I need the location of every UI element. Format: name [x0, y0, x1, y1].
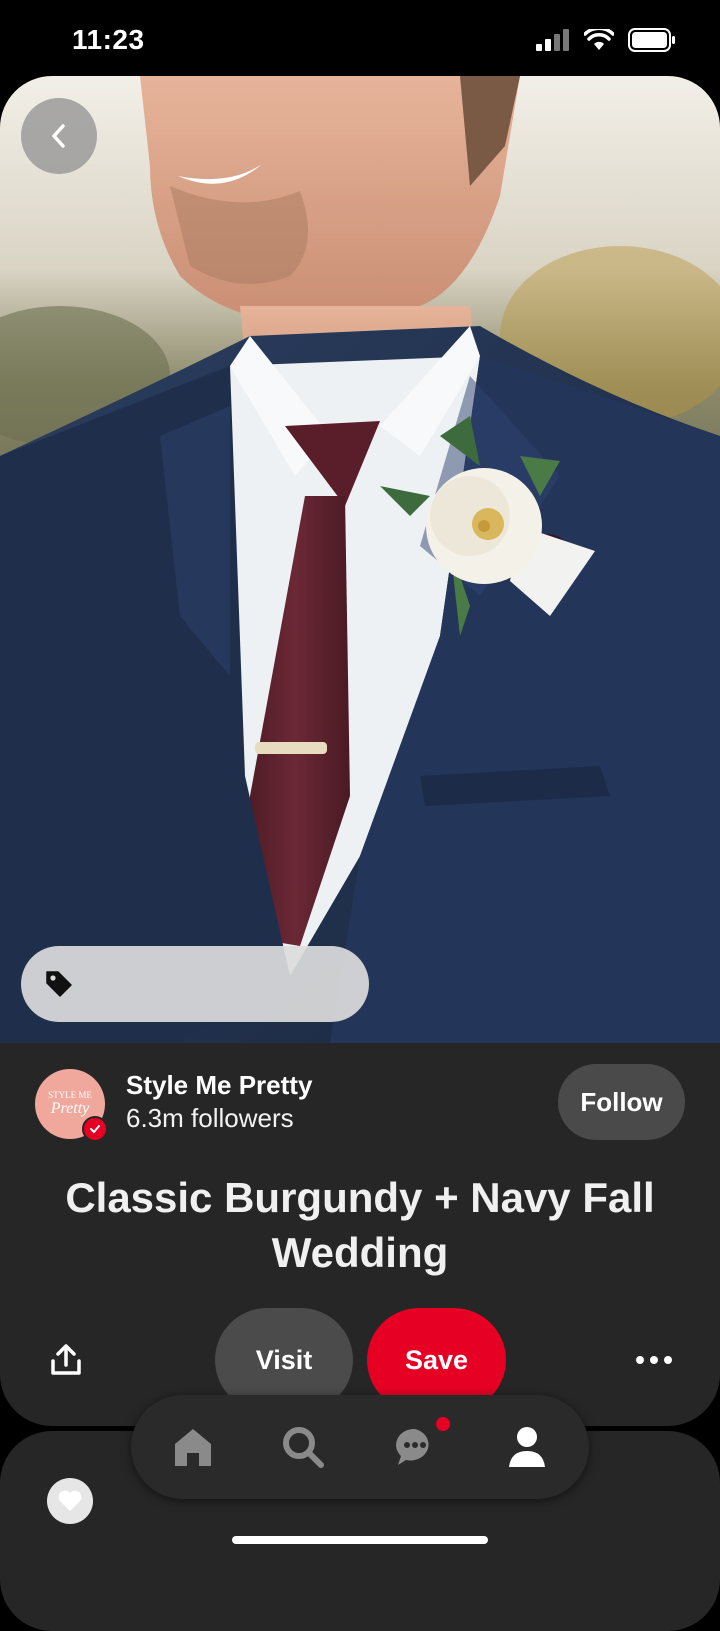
shop-tag-pill[interactable] — [21, 946, 369, 1022]
status-bar: 11:23 — [0, 0, 720, 76]
avatar-text-top: STYLE ME — [48, 1090, 92, 1100]
more-icon — [636, 1356, 672, 1364]
nav-messages[interactable] — [391, 1423, 439, 1471]
share-button[interactable] — [44, 1339, 88, 1383]
home-indicator — [232, 1536, 488, 1544]
pin-image[interactable] — [0, 76, 720, 1043]
bottom-nav — [131, 1395, 589, 1499]
creator-name[interactable]: Style Me Pretty — [126, 1070, 312, 1101]
wifi-icon — [584, 29, 614, 50]
check-icon — [90, 1125, 100, 1134]
home-icon — [175, 1429, 211, 1466]
react-button[interactable] — [47, 1478, 93, 1524]
creator-followers: 6.3m followers — [126, 1103, 294, 1133]
creator-row: STYLE ME Pretty Style Me Pretty 6.3m fol… — [0, 1043, 720, 1163]
action-row: Visit Save — [0, 1308, 720, 1412]
chevron-left-icon — [52, 124, 65, 148]
battery-icon — [628, 28, 675, 52]
nav-profile[interactable] — [503, 1423, 551, 1471]
more-button[interactable] — [632, 1350, 676, 1370]
verified-badge — [82, 1116, 108, 1142]
profile-icon — [509, 1427, 545, 1467]
heart-icon — [58, 1490, 82, 1511]
nav-search[interactable] — [279, 1423, 327, 1471]
follow-button[interactable]: Follow — [558, 1064, 685, 1140]
chat-bubble-icon — [396, 1428, 429, 1465]
pin-photo — [0, 76, 720, 1043]
cellular-signal-icon — [536, 29, 569, 51]
avatar-text-script: Pretty — [50, 1100, 90, 1117]
notification-dot — [436, 1417, 450, 1431]
tag-icon — [46, 971, 72, 997]
status-icons — [536, 28, 676, 52]
status-time: 11:23 — [72, 24, 145, 55]
back-button[interactable] — [21, 98, 97, 174]
pin-card: STYLE ME Pretty Style Me Pretty 6.3m fol… — [0, 76, 720, 1426]
share-icon — [51, 1344, 81, 1375]
search-icon — [283, 1427, 324, 1468]
nav-home[interactable] — [169, 1423, 217, 1471]
pin-title: Classic Burgundy + Navy Fall Wedding — [65, 1174, 655, 1276]
